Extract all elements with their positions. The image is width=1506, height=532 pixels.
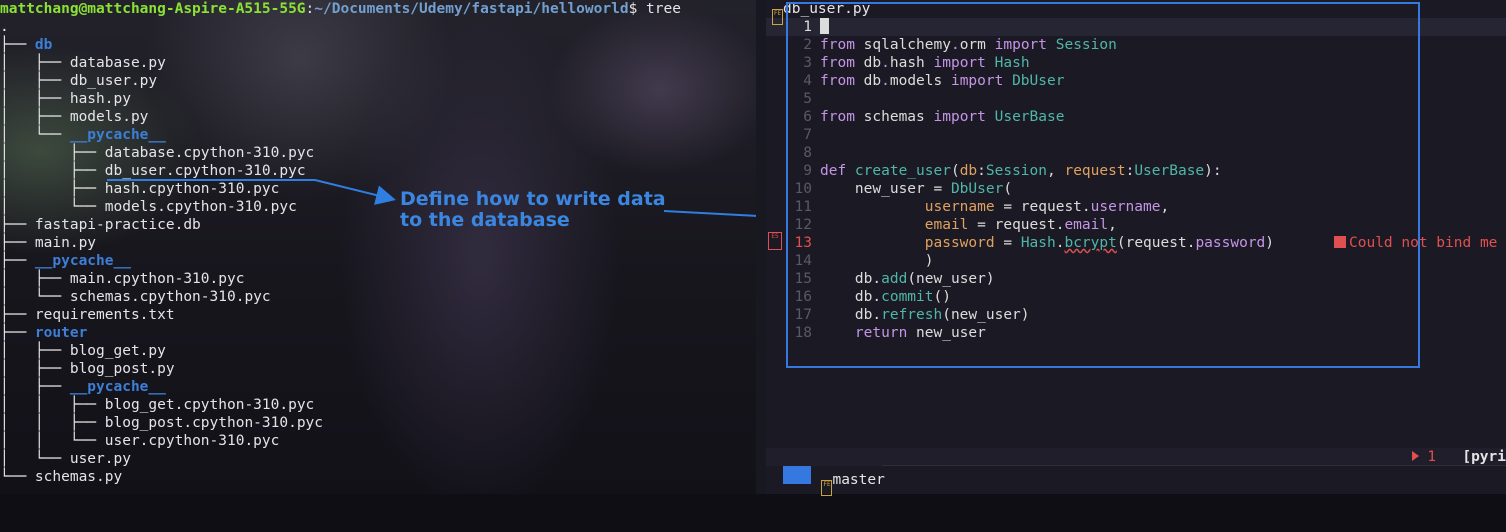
error-sign-icon[interactable]: E5 <box>768 232 782 250</box>
lsp-name: [pyri <box>1462 449 1506 465</box>
arrow-to-annotation <box>314 179 396 205</box>
error-count[interactable]: 1 <box>1427 449 1436 465</box>
annotation-arrows <box>314 179 780 227</box>
git-branch[interactable]: master <box>832 472 884 488</box>
pane-divider[interactable] <box>756 0 766 494</box>
mode-indicator <box>783 466 812 484</box>
file-type-icon: FE <box>772 9 783 25</box>
status-bar: FE master 1 [pyri <box>766 448 1506 496</box>
annotation-highlight-box <box>786 2 1420 368</box>
error-triangle-icon <box>1412 451 1420 461</box>
status-right: 1 [pyri <box>1412 448 1506 466</box>
